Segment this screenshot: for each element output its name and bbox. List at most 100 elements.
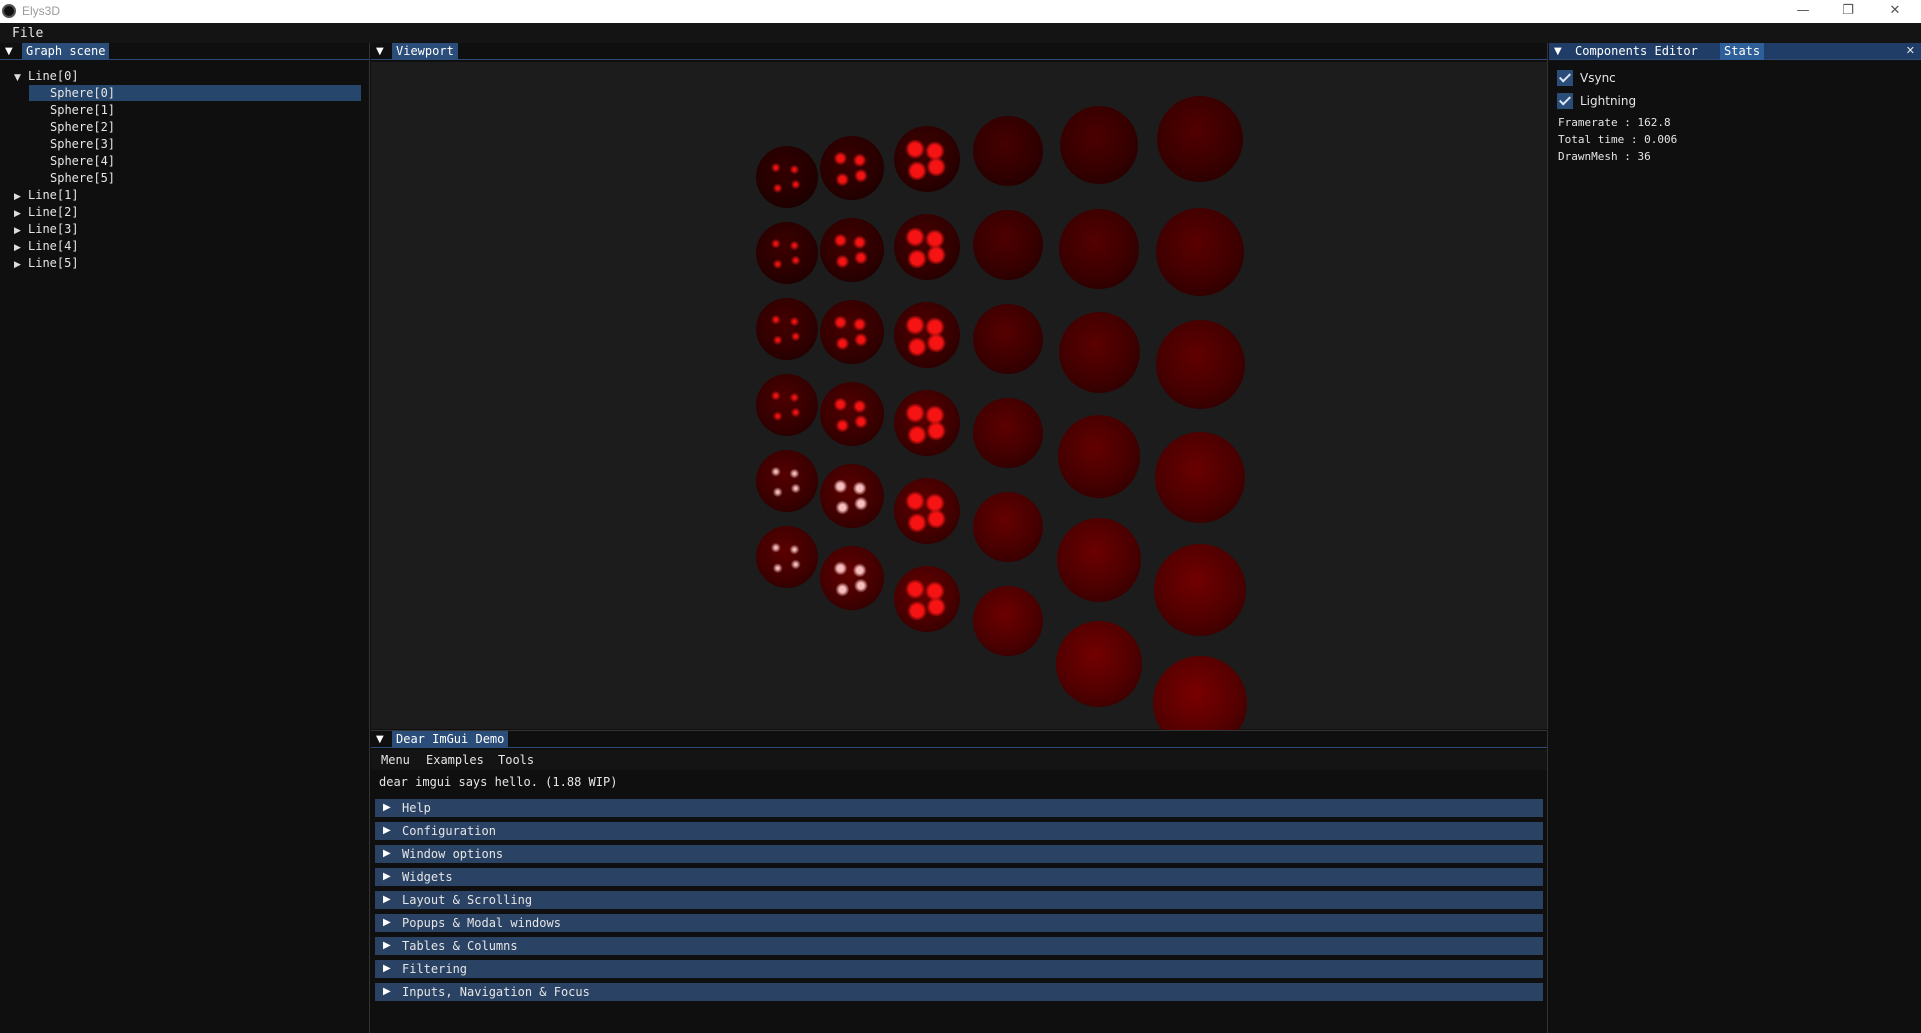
collapsing-header[interactable]: ▶ Tables & Columns xyxy=(375,937,1543,955)
vsync-checkbox-row[interactable]: Vsync xyxy=(1557,68,1616,88)
tree-node[interactable]: ▶ Line[5] xyxy=(14,255,79,271)
window-titlebar: Elys3D — ❐ ✕ xyxy=(0,0,1921,23)
sphere-mesh xyxy=(894,126,960,192)
sphere-mesh xyxy=(1154,432,1246,523)
restore-button[interactable]: ❐ xyxy=(1826,0,1870,23)
triangle-right-icon[interactable]: ▶ xyxy=(14,240,28,256)
tree-leaf-label: Sphere[2] xyxy=(50,120,116,134)
stats-header: ▼ Components Editor Stats ✕ xyxy=(1549,43,1921,60)
tab-components-editor[interactable]: Components Editor xyxy=(1571,43,1702,60)
tree-leaf-label: Sphere[1] xyxy=(50,103,116,117)
sphere-mesh xyxy=(756,374,818,436)
close-panel-icon[interactable]: ✕ xyxy=(1906,44,1915,57)
vsync-label: Vsync xyxy=(1580,71,1616,85)
collapse-triangle-icon[interactable]: ▼ xyxy=(376,734,388,746)
collapse-triangle-icon[interactable]: ▼ xyxy=(376,46,388,58)
triangle-right-icon: ▶ xyxy=(383,963,391,974)
collapsing-header-label: Popups & Modal windows xyxy=(402,916,561,930)
sphere-mesh xyxy=(894,390,960,456)
vsync-checkbox[interactable] xyxy=(1557,70,1573,86)
collapsing-header[interactable]: ▶ Layout & Scrolling xyxy=(375,891,1543,909)
triangle-down-icon[interactable]: ▼ xyxy=(14,70,28,86)
tab-graph-scene[interactable]: Graph scene xyxy=(22,43,110,60)
collapsing-header-label: Filtering xyxy=(402,962,468,976)
main-menubar: File xyxy=(0,23,1921,43)
collapse-triangle-icon[interactable]: ▼ xyxy=(1554,46,1566,58)
lightning-checkbox-row[interactable]: Lightning xyxy=(1557,91,1636,111)
sphere-mesh xyxy=(820,464,884,528)
tree-leaf-label: Sphere[0] xyxy=(50,86,116,100)
demo-hello-text: dear imgui says hello. (1.88 WIP) xyxy=(379,775,618,789)
tree-leaf[interactable]: Sphere[4] xyxy=(29,153,115,169)
tree-leaf[interactable]: Sphere[5] xyxy=(29,170,115,186)
viewport-panel: ▼ Viewport xyxy=(371,43,1548,750)
triangle-right-icon: ▶ xyxy=(383,848,391,859)
tree-node[interactable]: ▶ Line[3] xyxy=(14,221,79,237)
minimize-button[interactable]: — xyxy=(1781,0,1825,23)
viewport-header: ▼ Viewport xyxy=(371,43,1547,60)
tree-leaf[interactable]: Sphere[2] xyxy=(29,119,115,135)
sphere-mesh xyxy=(973,116,1043,186)
sphere-mesh xyxy=(756,146,818,208)
sphere-mesh xyxy=(894,478,960,544)
sphere-mesh xyxy=(1057,415,1141,498)
sphere-mesh xyxy=(894,302,960,368)
collapsing-header[interactable]: ▶ Widgets xyxy=(375,868,1543,886)
sphere-mesh xyxy=(756,450,818,512)
menu-file[interactable]: File xyxy=(12,26,43,41)
total-time-stat: Total time : 0.006 xyxy=(1558,133,1678,146)
graph-scene-panel: ▼ Graph scene ▼ Line[0] Sphere[0] Sphere[1]… xyxy=(0,43,370,1033)
tree-leaf[interactable]: Sphere[0] xyxy=(29,85,361,101)
tree-leaf-label: Sphere[5] xyxy=(50,171,116,185)
tree-node[interactable]: ▶ Line[2] xyxy=(14,204,79,220)
sphere-mesh xyxy=(973,492,1043,562)
tab-stats[interactable]: Stats xyxy=(1720,43,1765,60)
collapsing-header[interactable]: ▶ Help xyxy=(375,799,1543,817)
triangle-right-icon: ▶ xyxy=(383,894,391,905)
collapse-triangle-icon[interactable]: ▼ xyxy=(5,46,17,58)
sphere-mesh xyxy=(1057,518,1141,602)
triangle-right-icon[interactable]: ▶ xyxy=(14,189,28,205)
triangle-right-icon[interactable]: ▶ xyxy=(14,206,28,222)
app-icon xyxy=(2,4,16,18)
triangle-right-icon: ▶ xyxy=(383,802,391,813)
collapsing-header[interactable]: ▶ Configuration xyxy=(375,822,1543,840)
tree-node[interactable]: ▼ Line[0] xyxy=(14,68,79,84)
drawn-mesh-stat: DrawnMesh : 36 xyxy=(1558,150,1651,163)
sphere-mesh xyxy=(1060,106,1138,184)
sphere-mesh xyxy=(973,586,1043,656)
viewport-canvas[interactable] xyxy=(371,62,1547,750)
tree-node[interactable]: ▶ Line[4] xyxy=(14,238,79,254)
close-window-button[interactable]: ✕ xyxy=(1873,0,1917,23)
tree-node-label: Line[1] xyxy=(28,188,79,202)
triangle-right-icon[interactable]: ▶ xyxy=(14,223,28,239)
tab-imgui-demo[interactable]: Dear ImGui Demo xyxy=(392,731,509,748)
demo-menu-menu[interactable]: Menu xyxy=(381,753,410,767)
sphere-mesh xyxy=(1058,312,1140,393)
graph-scene-header: ▼ Graph scene xyxy=(0,43,369,60)
triangle-right-icon: ▶ xyxy=(383,986,391,997)
tree-leaf-label: Sphere[3] xyxy=(50,137,116,151)
tree-leaf[interactable]: Sphere[3] xyxy=(29,136,115,152)
triangle-right-icon: ▶ xyxy=(383,940,391,951)
demo-menu-examples[interactable]: Examples xyxy=(426,753,484,767)
tree-node[interactable]: ▶ Line[1] xyxy=(14,187,79,203)
collapsing-header-label: Tables & Columns xyxy=(402,939,518,953)
collapsing-header[interactable]: ▶ Window options xyxy=(375,845,1543,863)
sphere-mesh xyxy=(894,214,960,280)
demo-menubar: Menu Examples Tools xyxy=(371,750,1547,770)
sphere-mesh xyxy=(1157,96,1243,182)
demo-menu-tools[interactable]: Tools xyxy=(498,753,534,767)
sphere-mesh xyxy=(756,298,818,360)
sphere-mesh xyxy=(756,222,818,284)
triangle-right-icon[interactable]: ▶ xyxy=(14,257,28,273)
sphere-mesh xyxy=(973,210,1043,280)
sphere-mesh xyxy=(1155,320,1245,409)
collapsing-header[interactable]: ▶ Filtering xyxy=(375,960,1543,978)
lightning-label: Lightning xyxy=(1580,94,1637,108)
collapsing-header[interactable]: ▶ Inputs, Navigation & Focus xyxy=(375,983,1543,1001)
tree-leaf[interactable]: Sphere[1] xyxy=(29,102,115,118)
tab-viewport[interactable]: Viewport xyxy=(392,43,458,60)
collapsing-header[interactable]: ▶ Popups & Modal windows xyxy=(375,914,1543,932)
lightning-checkbox[interactable] xyxy=(1557,93,1573,109)
